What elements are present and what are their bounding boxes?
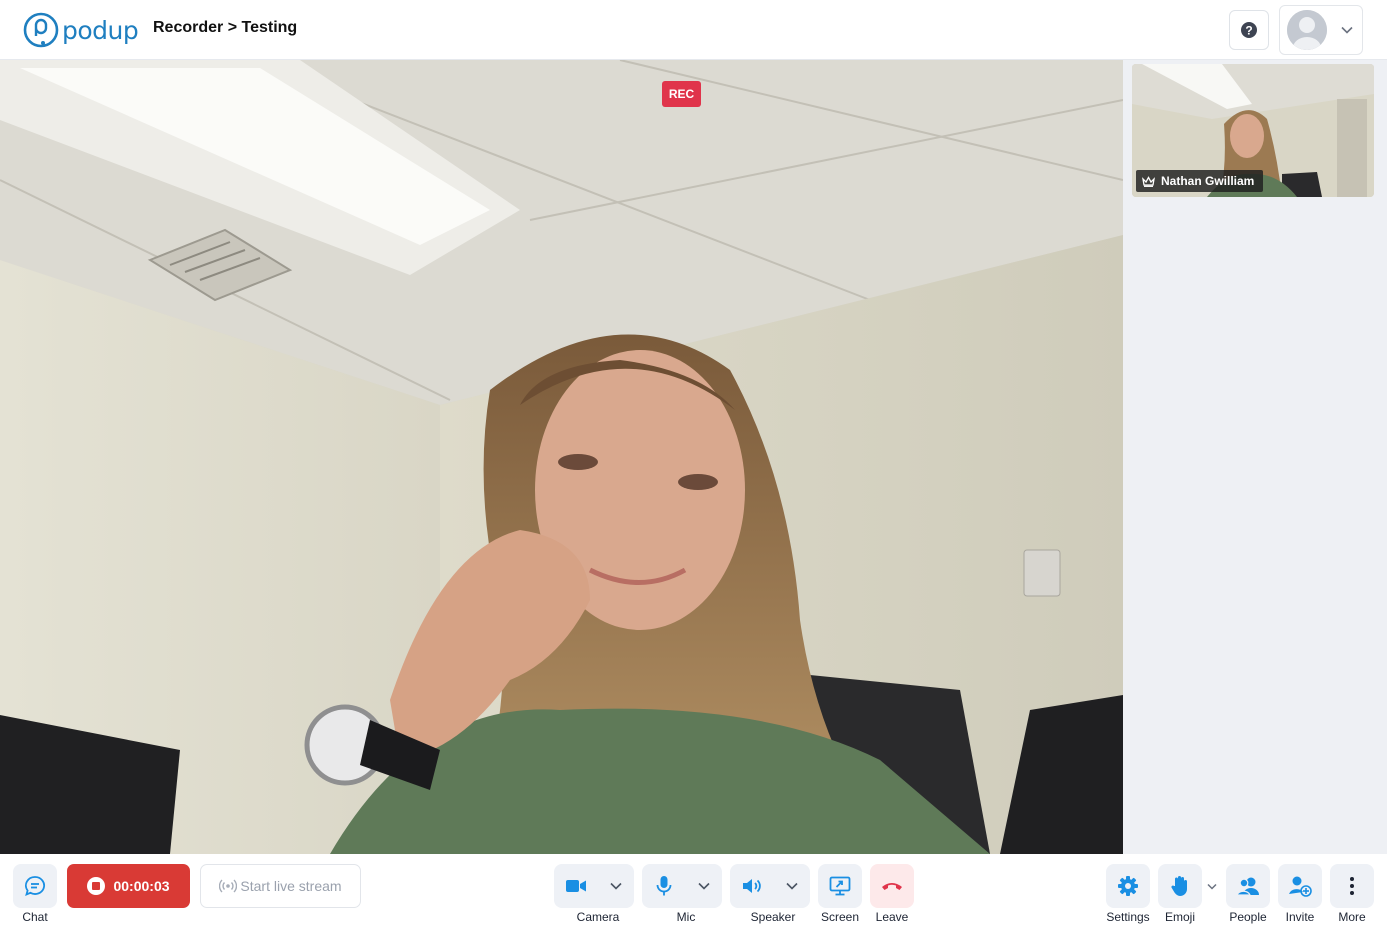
- gear-icon: [1118, 876, 1138, 896]
- speaker-control: [730, 864, 810, 908]
- video-camera-icon: [566, 880, 586, 892]
- people-label: People: [1229, 910, 1267, 924]
- start-live-stream-button[interactable]: Start live stream: [200, 864, 361, 908]
- emoji-options-button[interactable]: [1204, 876, 1220, 896]
- crown-icon: [1142, 175, 1155, 187]
- share-screen-button[interactable]: [818, 864, 862, 908]
- question-icon: ?: [1241, 22, 1257, 38]
- invite-label: Invite: [1285, 910, 1315, 924]
- add-user-icon: [1289, 876, 1312, 897]
- live-stream-label: Start live stream: [240, 878, 342, 894]
- account-menu-button[interactable]: [1279, 5, 1363, 55]
- breadcrumb: Recorder > Testing: [153, 19, 298, 36]
- chat-icon: [25, 876, 46, 897]
- screen-label: Screen: [820, 910, 860, 924]
- mic-label: Mic: [676, 910, 696, 924]
- camera-options-button[interactable]: [598, 864, 634, 908]
- chevron-down-icon: [610, 882, 622, 890]
- camera-toggle-button[interactable]: [554, 864, 598, 908]
- chat-label: Chat: [22, 910, 48, 924]
- svg-text:?: ?: [1245, 24, 1252, 38]
- screen-share-icon: [829, 876, 851, 896]
- help-button[interactable]: ?: [1229, 10, 1269, 50]
- broadcast-icon: [219, 879, 238, 893]
- participants-panel: Nathan Gwilliam: [1123, 60, 1387, 854]
- stop-recording-button[interactable]: 00:00:03: [67, 864, 190, 908]
- microphone-icon: [656, 876, 672, 896]
- people-icon: [1236, 877, 1259, 896]
- top-bar: podup Recorder > Testing ?: [0, 0, 1387, 60]
- speaker-label: Speaker: [750, 910, 796, 924]
- speaker-icon: [743, 879, 761, 893]
- mic-control: [642, 864, 722, 908]
- participant-name: Nathan Gwilliam: [1161, 174, 1255, 188]
- main-video-feed: REC: [0, 60, 1123, 854]
- invite-button[interactable]: [1278, 864, 1322, 908]
- recording-badge: REC: [662, 81, 701, 107]
- avatar: [1287, 10, 1327, 50]
- more-label: More: [1338, 910, 1366, 924]
- emoji-button[interactable]: [1158, 864, 1202, 908]
- speaker-options-button[interactable]: [774, 864, 810, 908]
- chevron-down-icon: [786, 882, 798, 890]
- mic-toggle-button[interactable]: [642, 864, 686, 908]
- logo-text: podup: [62, 15, 139, 45]
- hang-up-icon: [882, 883, 902, 890]
- leave-button[interactable]: [870, 864, 914, 908]
- podup-logo-icon: [23, 12, 59, 48]
- emoji-label: Emoji: [1164, 910, 1195, 924]
- speaker-video-frame: [0, 60, 1123, 854]
- people-button[interactable]: [1226, 864, 1270, 908]
- camera-control: [554, 864, 634, 908]
- raised-hand-icon: [1171, 876, 1187, 896]
- settings-button[interactable]: [1106, 864, 1150, 908]
- more-button[interactable]: [1330, 864, 1374, 908]
- settings-label: Settings: [1106, 910, 1150, 924]
- participant-name-tag: Nathan Gwilliam: [1136, 170, 1264, 192]
- participant-tile[interactable]: Nathan Gwilliam: [1132, 64, 1374, 197]
- recording-timer: 00:00:03: [113, 878, 170, 894]
- speaker-toggle-button[interactable]: [730, 864, 774, 908]
- chat-button[interactable]: [13, 864, 57, 908]
- more-vertical-icon: [1350, 877, 1354, 895]
- stop-icon: [87, 877, 106, 895]
- bottom-toolbar: Chat 00:00:03 Start live stream Camera M…: [0, 854, 1387, 934]
- podup-logo[interactable]: podup: [22, 11, 139, 49]
- mic-options-button[interactable]: [686, 864, 722, 908]
- leave-label: Leave: [875, 910, 909, 924]
- chevron-down-icon: [1207, 883, 1217, 890]
- avatar-placeholder-icon: [1287, 10, 1327, 50]
- chevron-down-icon: [1341, 26, 1353, 34]
- camera-label: Camera: [576, 910, 620, 924]
- chevron-down-icon: [698, 882, 710, 890]
